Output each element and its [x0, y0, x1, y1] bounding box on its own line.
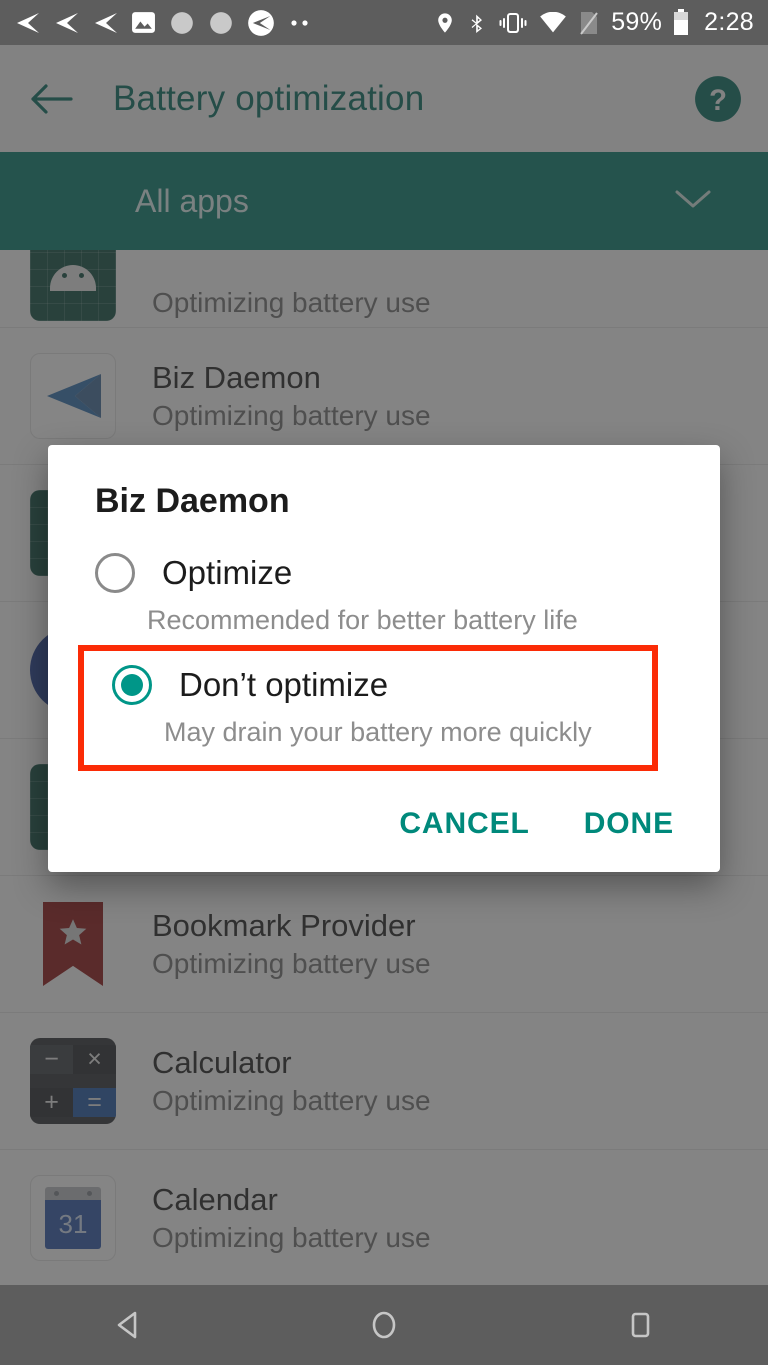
location-icon [434, 10, 456, 36]
optimize-label: Optimize [162, 554, 293, 591]
bluetooth-icon [467, 10, 487, 36]
dont-optimize-description: May drain your battery more quickly [164, 717, 592, 747]
battery-icon [673, 9, 689, 36]
navigation-bar [0, 1285, 768, 1365]
dont-optimize-option[interactable]: Don’t optimize May drain your battery mo… [112, 665, 632, 748]
dialog-title: Biz Daemon [95, 482, 290, 520]
radio-selected-dot [121, 674, 143, 696]
app-arrow-icon [92, 12, 118, 34]
optimize-description: Recommended for better battery life [147, 605, 578, 635]
status-bar: 59% 2:28 [0, 0, 768, 45]
more-notifications-icon [288, 19, 312, 27]
wifi-icon [539, 11, 567, 34]
done-button[interactable]: DONE [564, 793, 694, 855]
vibrate-icon [498, 11, 528, 35]
app-arrow-icon [14, 12, 40, 34]
status-bar-system: 59% 2:28 [434, 9, 754, 36]
status-bar-clock: 2:28 [704, 8, 754, 36]
dialog-actions: CANCEL DONE [48, 793, 720, 855]
nav-back-icon[interactable] [68, 1285, 188, 1365]
sync-progress-icon [208, 10, 234, 36]
highlight-annotation: Don’t optimize May drain your battery mo… [78, 645, 658, 771]
battery-percent: 59% [611, 8, 663, 36]
optimize-option[interactable]: Optimize Recommended for better battery … [95, 553, 695, 636]
cancel-button[interactable]: CANCEL [379, 793, 549, 855]
nav-recents-icon[interactable] [580, 1285, 700, 1365]
phone-screen: 59% 2:28 Battery optimization ? [0, 0, 768, 1365]
nav-home-icon[interactable] [324, 1285, 444, 1365]
sync-progress-icon [169, 10, 195, 36]
status-bar-notifications [14, 9, 434, 37]
radio-button-dont-optimize[interactable] [112, 665, 152, 705]
image-icon [131, 10, 156, 35]
radio-button-optimize[interactable] [95, 553, 135, 593]
app-arrow-icon [53, 12, 79, 34]
dont-optimize-label: Don’t optimize [179, 666, 389, 703]
app-circle-arrow-icon [247, 9, 275, 37]
no-sim-icon [578, 10, 600, 36]
